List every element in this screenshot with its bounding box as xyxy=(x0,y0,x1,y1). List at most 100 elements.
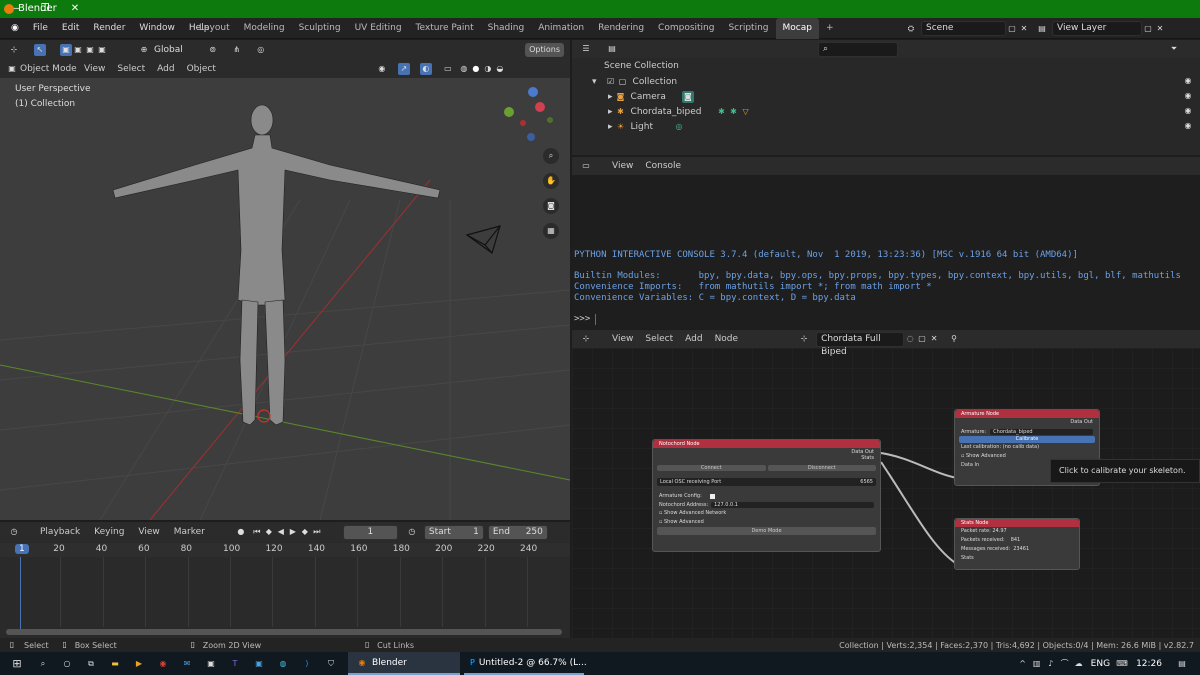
node-tree-type-icon[interactable]: ⊹ xyxy=(798,333,810,345)
search-icon[interactable]: ⌕ xyxy=(34,658,52,670)
stats-in-socket[interactable]: Stats xyxy=(955,554,1079,563)
disconnect-button[interactable]: Disconnect xyxy=(767,464,876,471)
connect-button[interactable]: Connect xyxy=(657,464,766,471)
unlink-tree-icon[interactable]: ✕ xyxy=(928,333,940,345)
scene-field[interactable]: Scene xyxy=(921,21,1006,36)
tab-animation[interactable]: Animation xyxy=(531,18,591,39)
clock[interactable]: 12:26 xyxy=(1136,659,1162,669)
console-menu-view[interactable]: View xyxy=(612,161,633,171)
snap-icon[interactable]: ⋔ xyxy=(231,44,243,56)
jump-end-icon[interactable]: ⏭ xyxy=(311,526,323,538)
visibility-eye-icon[interactable]: ◉ xyxy=(1182,75,1194,87)
new-view-layer-icon[interactable]: ▢ xyxy=(1142,23,1154,35)
scene-icon[interactable]: ⛭ xyxy=(905,23,917,35)
add-workspace-icon[interactable]: + xyxy=(819,18,841,39)
vp-menu-add[interactable]: Add xyxy=(157,64,174,74)
edge-icon[interactable]: ◍ xyxy=(274,658,292,670)
filter-icon[interactable]: ⏷ xyxy=(1168,43,1180,55)
display-mode-icon[interactable]: ▤ xyxy=(606,43,618,55)
menu-file[interactable]: File xyxy=(26,18,55,39)
node-menu-node[interactable]: Node xyxy=(715,334,739,344)
tab-compositing[interactable]: Compositing xyxy=(651,18,721,39)
console-editor-icon[interactable]: ▭ xyxy=(580,160,592,172)
teams-icon[interactable]: T xyxy=(226,658,244,670)
node-menu-add[interactable]: Add xyxy=(685,334,702,344)
menu-render[interactable]: Render xyxy=(86,18,132,39)
tab-mocap[interactable]: Mocap xyxy=(775,18,819,39)
vscode-icon[interactable]: ⟩ xyxy=(298,658,316,670)
camera-view-icon[interactable]: ◙ xyxy=(543,198,559,214)
file-explorer-icon[interactable]: ▬ xyxy=(106,658,124,670)
timeline-scrollbar[interactable] xyxy=(6,629,562,635)
outliner-row-light[interactable]: ▸ ☀ Light ◎ xyxy=(608,121,685,133)
armature-config-checkbox[interactable] xyxy=(709,493,715,499)
taskbar-photoshop[interactable]: P Untitled-2 @ 66.7% (L... xyxy=(464,652,587,675)
calibrate-button[interactable]: Calibrate xyxy=(959,436,1095,443)
current-frame-field[interactable]: 1 xyxy=(342,524,398,540)
node-editor[interactable]: ⊹ View Select Add Node ⊹ Chordata Full B… xyxy=(572,330,1200,638)
rendered-shading-icon[interactable]: ◒ xyxy=(494,63,506,75)
taskbar-blender[interactable]: ◉ Blender xyxy=(348,652,460,675)
port-field[interactable]: Local OSC receiving Port 6565 xyxy=(657,478,876,486)
remove-view-layer-icon[interactable]: ✕ xyxy=(1154,23,1166,35)
remove-scene-icon[interactable]: ✕ xyxy=(1018,23,1030,35)
xray-icon[interactable]: ▭ xyxy=(442,63,454,75)
3d-viewport[interactable]: ⊹ ↖ ▣ ▣ ▣ ▣ ⊕ Global ⊚ ⋔ ◎ Options ▣ Obj… xyxy=(0,40,570,520)
zoom-icon[interactable]: ⌕ xyxy=(543,148,559,164)
app-icon[interactable]: ▣ xyxy=(202,658,220,670)
tab-layout[interactable]: Layout xyxy=(192,18,237,39)
timeline-editor-icon[interactable]: ◷ xyxy=(8,526,20,538)
node-menu-select[interactable]: Select xyxy=(645,334,673,344)
node-editor-icon[interactable]: ⊹ xyxy=(580,333,592,345)
tray-app-icon[interactable]: ▥ xyxy=(1031,658,1043,670)
outliner-search-input[interactable]: ⌕ xyxy=(818,41,898,57)
pivot-icon[interactable]: ⊚ xyxy=(207,44,219,56)
outliner-row-armature[interactable]: ▸ ✱ Chordata_biped ✱ ✱ ▽ xyxy=(608,106,752,118)
vp-menu-select[interactable]: Select xyxy=(117,64,145,74)
windows-start-icon[interactable]: ⊞ xyxy=(8,657,26,670)
tab-scripting[interactable]: Scripting xyxy=(721,18,775,39)
tab-modeling[interactable]: Modeling xyxy=(237,18,292,39)
vp-menu-view[interactable]: View xyxy=(84,64,105,74)
overlay-icon[interactable]: ◐ xyxy=(419,63,432,75)
timeline-menu-view[interactable]: View xyxy=(138,527,159,537)
start-frame-field[interactable]: Start 1 xyxy=(423,524,484,540)
visibility-eye-icon[interactable]: ◉ xyxy=(1182,120,1194,132)
view-layer-icon[interactable]: ▤ xyxy=(1036,23,1048,35)
tray-chevron-icon[interactable]: ^ xyxy=(1017,658,1029,670)
visibility-eye-icon[interactable]: ◉ xyxy=(1182,105,1194,117)
checkbox-icon[interactable]: ☑ xyxy=(605,76,617,88)
next-key-icon[interactable]: ◆ xyxy=(299,526,311,538)
demo-mode-button[interactable]: Demo Mode xyxy=(657,527,876,535)
fake-user-icon[interactable]: ◌ xyxy=(904,333,916,345)
playhead[interactable] xyxy=(20,557,21,629)
proportional-edit-icon[interactable]: ◎ xyxy=(255,44,267,56)
timeline-menu-playback[interactable]: Playback xyxy=(40,527,80,537)
outliner-row-camera[interactable]: ▸ ◙ Camera ◙ xyxy=(608,91,694,103)
armature-field[interactable]: Chordata_biped xyxy=(990,428,1093,435)
show-advanced-checkbox[interactable]: ▫ Show Advanced xyxy=(653,518,880,527)
onedrive-icon[interactable]: ☁ xyxy=(1073,658,1085,670)
console-prompt[interactable]: >>> xyxy=(574,314,596,324)
jump-start-icon[interactable]: ⏮ xyxy=(251,526,263,538)
play-reverse-icon[interactable]: ◀ xyxy=(275,526,287,538)
tab-shading[interactable]: Shading xyxy=(481,18,532,39)
tab-uv-editing[interactable]: UV Editing xyxy=(348,18,409,39)
new-scene-icon[interactable]: ▢ xyxy=(1006,23,1018,35)
select-mode-extend-icon[interactable]: ▣ xyxy=(72,44,84,56)
view-layer-field[interactable]: View Layer xyxy=(1052,21,1142,36)
ortho-toggle-icon[interactable]: ▦ xyxy=(543,223,559,239)
select-tool-icon[interactable]: ↖ xyxy=(34,44,46,56)
select-mode-invert-icon[interactable]: ▣ xyxy=(96,44,108,56)
frame-ruler[interactable]: 1 20 40 60 80 100 120 140 160 180 200 220 240 xyxy=(0,543,570,627)
notochord-node[interactable]: Notochord Node Data Out Stats Connect Di… xyxy=(652,439,881,552)
timeline-menu-marker[interactable]: Marker xyxy=(174,527,205,537)
tab-texture-paint[interactable]: Texture Paint xyxy=(409,18,481,39)
outliner-row-collection[interactable]: ▾ ☑ ▢ Collection xyxy=(592,76,677,88)
console-menu-console[interactable]: Console xyxy=(645,161,681,171)
notifications-icon[interactable]: ▤ xyxy=(1176,658,1188,670)
stats-node[interactable]: Stats Node Packet rate: 24.97 Packets re… xyxy=(954,518,1080,570)
play-icon[interactable]: ▶ xyxy=(287,526,299,538)
visibility-eye-icon[interactable]: ◉ xyxy=(1182,90,1194,102)
tab-rendering[interactable]: Rendering xyxy=(591,18,651,39)
